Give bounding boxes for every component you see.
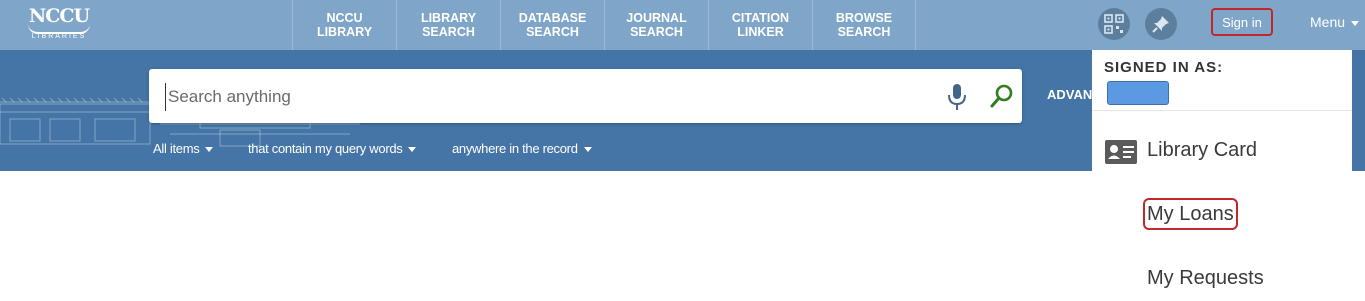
nav-citation-linker[interactable]: CITATION LINKER bbox=[708, 0, 812, 50]
qr-code-button[interactable] bbox=[1098, 8, 1130, 40]
scope-query-words[interactable]: that contain my query words bbox=[248, 141, 417, 156]
search-go-icon[interactable] bbox=[989, 83, 1015, 109]
main-nav: NCCU LIBRARY LIBRARY SEARCH DATABASE SEA… bbox=[292, 0, 916, 50]
user-menu-dropdown: SIGNED IN AS: Library Card My Loans My R… bbox=[1092, 50, 1352, 300]
chevron-down-icon bbox=[583, 147, 592, 153]
menu-item-my-requests[interactable]: My Requests bbox=[1092, 261, 1352, 301]
nav-browse-search[interactable]: BROWSE SEARCH bbox=[812, 0, 916, 50]
scope-query-words-label: that contain my query words bbox=[248, 141, 403, 156]
nav-library-search[interactable]: LIBRARY SEARCH bbox=[396, 0, 500, 50]
chevron-down-icon bbox=[408, 147, 417, 153]
my-loans-label: My Loans bbox=[1147, 203, 1234, 225]
divider bbox=[1092, 110, 1352, 111]
scope-record-field-label: anywhere in the record bbox=[452, 141, 578, 156]
menu-item-my-loans[interactable]: My Loans bbox=[1092, 197, 1352, 237]
library-card-label: Library Card bbox=[1147, 139, 1258, 161]
advanced-search-link[interactable]: ADVAN bbox=[1047, 87, 1092, 102]
chevron-down-icon bbox=[1351, 20, 1360, 26]
scope-all-items[interactable]: All items bbox=[153, 141, 214, 156]
my-requests-label: My Requests bbox=[1147, 267, 1264, 289]
redacted-username bbox=[1107, 81, 1169, 105]
logo-main-text: NCCU bbox=[28, 5, 90, 27]
logo-sub-text: LIBRARIES bbox=[31, 33, 87, 40]
search-input[interactable] bbox=[165, 83, 930, 111]
microphone-icon[interactable] bbox=[946, 83, 968, 111]
menu-label: Menu bbox=[1310, 14, 1346, 30]
nccu-libraries-logo[interactable]: NCCU LIBRARIES bbox=[22, 6, 96, 44]
search-box bbox=[149, 69, 1022, 123]
nav-journal-search[interactable]: JOURNAL SEARCH bbox=[604, 0, 708, 50]
nav-database-search[interactable]: DATABASE SEARCH bbox=[500, 0, 604, 50]
scope-record-field[interactable]: anywhere in the record bbox=[452, 141, 592, 156]
pin-icon bbox=[1152, 16, 1169, 33]
top-bar: NCCU LIBRARIES NCCU LIBRARY LIBRARY SEAR… bbox=[0, 0, 1365, 50]
menu-button[interactable]: Menu bbox=[1310, 14, 1360, 30]
sign-in-button[interactable]: Sign in bbox=[1211, 8, 1273, 36]
id-card-icon bbox=[1105, 140, 1137, 164]
scope-all-items-label: All items bbox=[153, 141, 200, 156]
qr-code-icon bbox=[1104, 14, 1124, 34]
signed-in-label: SIGNED IN AS: bbox=[1104, 59, 1224, 76]
nav-nccu-library[interactable]: NCCU LIBRARY bbox=[292, 0, 396, 50]
chevron-down-icon bbox=[205, 147, 214, 153]
menu-item-library-card[interactable]: Library Card bbox=[1092, 133, 1352, 173]
pin-button[interactable] bbox=[1145, 8, 1177, 40]
